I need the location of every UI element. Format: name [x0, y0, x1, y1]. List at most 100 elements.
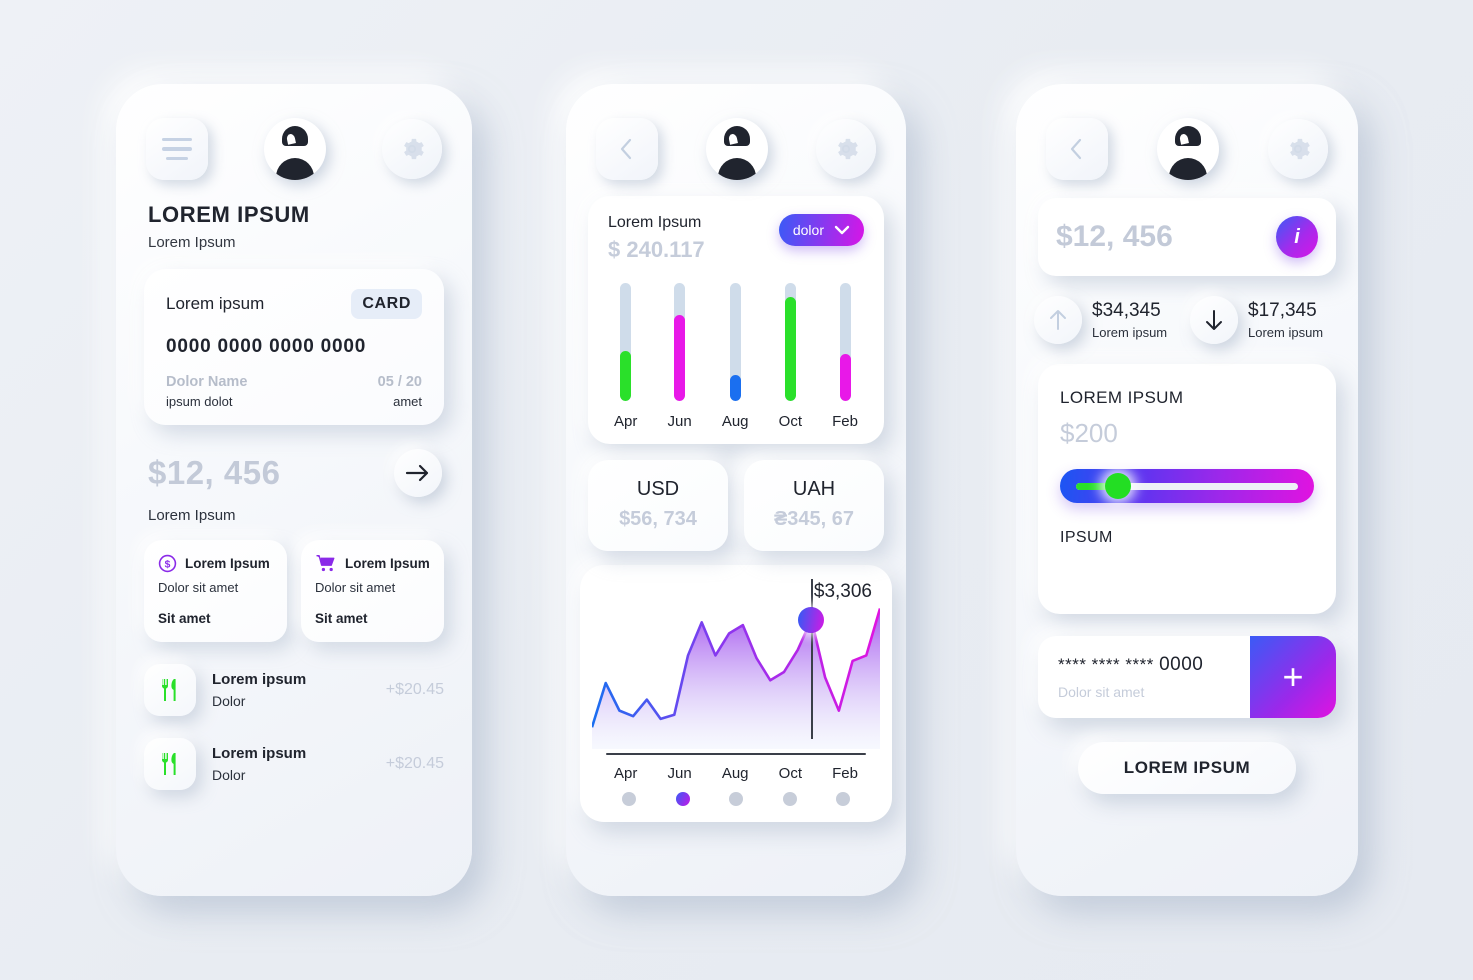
chart-page-dot[interactable]: [622, 792, 636, 806]
quick-action-footer: Sit amet: [158, 611, 211, 626]
slider-handle[interactable]: [1105, 473, 1132, 499]
card-expiry-value: amet: [393, 394, 422, 409]
chevron-left-icon[interactable]: [596, 118, 658, 180]
chart-page-dot[interactable]: [782, 792, 797, 806]
add-card-row: **** **** **** 0000 Dolor sit amet +: [1038, 636, 1336, 718]
chart-month-label: Feb: [832, 765, 858, 782]
slider-card-title: LOREM IPSUM: [1060, 388, 1184, 407]
bar-label: Aug: [721, 413, 749, 430]
money-out-value: $17,345: [1248, 300, 1317, 321]
bar-chart-column[interactable]: Apr: [614, 283, 637, 430]
bar-track: [674, 283, 686, 401]
balance-row: $12, 456: [148, 449, 442, 497]
design-canvas: LOREM IPSUM Lorem Ipsum Lorem ipsum CARD…: [0, 0, 1473, 980]
money-in-value: $34,345: [1092, 300, 1161, 321]
transaction-row[interactable]: Lorem ipsum Dolor +$20.45: [144, 664, 444, 716]
chevron-down-icon: [834, 225, 850, 235]
line-chart-panel: $3,306 Apr Jun Aug Oct Feb: [580, 565, 892, 822]
user-avatar-icon[interactable]: [264, 118, 326, 180]
balance-amount: $12, 456: [148, 454, 281, 491]
screen1-header: [116, 84, 472, 180]
gear-icon[interactable]: [382, 119, 442, 179]
stats-panel: Lorem Ipsum $ 240.117 dolor Apr Jun Aug Oct…: [588, 196, 884, 444]
chart-page-dot[interactable]: [729, 792, 743, 806]
avatar-body: [276, 158, 314, 180]
bar-track: [784, 283, 796, 401]
arrow-right-glyph: [405, 464, 429, 482]
user-avatar-icon[interactable]: [1157, 118, 1219, 180]
page-title: LOREM IPSUM: [148, 202, 310, 227]
amount-slider[interactable]: [1060, 469, 1314, 503]
chart-page-dot[interactable]: [675, 792, 690, 806]
bank-card-number: 0000 0000 0000 0000: [166, 336, 367, 357]
chart-page-dots: [592, 782, 880, 808]
bar-label: Apr: [614, 413, 638, 430]
menu-line: [162, 138, 192, 142]
bar-chart: Apr Jun Aug Oct Feb: [608, 283, 864, 430]
primary-cta-button[interactable]: LOREM IPSUM: [1078, 742, 1296, 794]
phone-screen-1: LOREM IPSUM Lorem Ipsum Lorem ipsum CARD…: [116, 84, 472, 896]
user-avatar-icon[interactable]: [706, 118, 768, 180]
period-dropdown[interactable]: dolor: [778, 214, 864, 246]
bar-chart-column[interactable]: Jun: [667, 283, 692, 430]
chevron-left-glyph: [1070, 138, 1082, 160]
phone-screen-3: $12, 456 i $34,345 Lorem ipsum $17,345 L…: [1016, 84, 1358, 896]
gear-glyph: [838, 138, 858, 160]
add-card-button[interactable]: +: [1250, 636, 1336, 718]
quick-action-card[interactable]: $ Lorem Ipsum Dolor sit amet Sit amet: [144, 540, 287, 642]
quick-action-card[interactable]: Lorem Ipsum Dolor sit amet Sit amet: [301, 540, 444, 642]
quick-action-head: Lorem Ipsum: [315, 554, 430, 573]
bank-card-meta-values: ipsum dolot amet: [166, 394, 422, 409]
bar-label: Oct: [778, 413, 802, 430]
stats-amount: $ 240.117: [608, 237, 705, 262]
gear-glyph: [404, 138, 424, 160]
money-in-label: Lorem ipsum: [1092, 325, 1168, 340]
gear-icon[interactable]: [1268, 119, 1328, 179]
currency-card[interactable]: UAH ₴345, 67: [744, 460, 884, 551]
transaction-subtitle: Dolor: [212, 767, 246, 783]
arrow-right-icon[interactable]: [394, 449, 442, 497]
quick-action-head: $ Lorem Ipsum: [158, 554, 273, 573]
bar-chart-column[interactable]: Oct: [779, 283, 802, 430]
bar-label: Feb: [832, 413, 858, 430]
bar-fill: [729, 375, 741, 401]
chevron-left-icon[interactable]: [1046, 118, 1108, 180]
menu-line: [162, 147, 192, 151]
card-holder-label: Dolor Name: [166, 374, 248, 390]
chart-page-dot[interactable]: [836, 792, 850, 806]
gear-icon[interactable]: [816, 119, 876, 179]
screen2-header: [566, 84, 906, 180]
saved-card[interactable]: **** **** **** 0000 Dolor sit amet: [1038, 636, 1250, 718]
currency-card[interactable]: USD $56, 734: [588, 460, 728, 551]
bar-fill: [839, 353, 851, 401]
avatar-hair: [1175, 126, 1201, 146]
transaction-row[interactable]: Lorem ipsum Dolor +$20.45: [144, 738, 444, 790]
cutlery-icon: [144, 738, 196, 790]
money-out-text: $17,345 Lorem ipsum: [1248, 300, 1323, 340]
bar-label: Jun: [667, 413, 692, 430]
hamburger-menu-icon[interactable]: [146, 118, 208, 180]
stats-text: Lorem Ipsum $ 240.117: [608, 214, 705, 263]
page-subtitle: Lorem Ipsum: [148, 234, 236, 251]
money-in-item[interactable]: $34,345 Lorem ipsum: [1034, 296, 1184, 344]
stats-title: Lorem Ipsum: [608, 214, 702, 231]
bar-chart-column[interactable]: Aug: [722, 283, 749, 430]
bar-track: [839, 283, 851, 401]
amount-slider-card: LOREM IPSUM $200 IPSUM: [1038, 364, 1336, 614]
currency-code: UAH: [792, 478, 836, 500]
bank-card[interactable]: Lorem ipsum CARD 0000 0000 0000 0000 Dol…: [144, 269, 444, 425]
bar-chart-column[interactable]: Feb: [832, 283, 858, 430]
bar-fill: [674, 314, 686, 401]
line-chart[interactable]: $3,306: [592, 579, 880, 749]
transaction-amount: +$20.45: [385, 755, 444, 772]
dollar-circle-icon: $: [158, 554, 177, 573]
info-icon[interactable]: i: [1276, 216, 1318, 258]
bank-card-label: Lorem ipsum: [166, 294, 265, 313]
money-out-item[interactable]: $17,345 Lorem ipsum: [1190, 296, 1340, 344]
slider-card-amount: $200: [1060, 418, 1118, 448]
currency-value: $56, 734: [619, 508, 697, 530]
gear-glyph: [1290, 138, 1310, 160]
bar-fill: [784, 297, 796, 401]
avatar-hair: [282, 126, 308, 146]
bar-fill: [620, 351, 632, 401]
